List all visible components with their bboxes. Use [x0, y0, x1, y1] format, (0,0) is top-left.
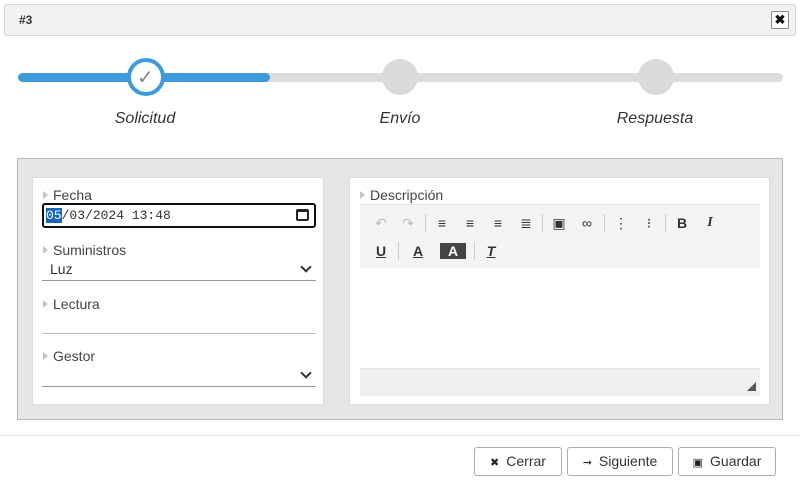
- cerrar-button[interactable]: ✖ Cerrar: [474, 447, 562, 476]
- guardar-button[interactable]: ▣ Guardar: [678, 447, 776, 476]
- toolbar-separator: [604, 214, 605, 232]
- suministros-label: Suministros: [43, 242, 126, 258]
- bullet-list-icon[interactable]: ⁝: [638, 212, 660, 234]
- undo-icon[interactable]: ↶: [370, 212, 392, 234]
- caret-right-icon: [43, 300, 48, 308]
- calendar-icon[interactable]: [296, 209, 309, 221]
- caret-right-icon: [43, 352, 48, 360]
- step-envio-dot[interactable]: [382, 59, 418, 95]
- link-icon[interactable]: ∞: [576, 212, 598, 234]
- fields-card: Fecha 05/03/2024 13:48 Suministros Luz L…: [32, 177, 324, 405]
- background-color-icon[interactable]: A: [440, 243, 466, 259]
- step-respuesta-dot[interactable]: [638, 59, 674, 95]
- step-solicitud-label: Solicitud: [114, 110, 176, 127]
- wizard-progress: ✓ Solicitud Envío Respuesta: [0, 50, 800, 140]
- close-icon: ✖: [490, 457, 500, 469]
- clear-format-icon[interactable]: T: [480, 240, 502, 262]
- gestor-select[interactable]: [42, 364, 316, 387]
- siguiente-button[interactable]: ➞ Siguiente: [567, 447, 673, 476]
- fecha-rest: /03/2024 13:48: [61, 208, 171, 223]
- resize-handle-icon[interactable]: [747, 382, 756, 391]
- fecha-day-segment[interactable]: 05: [46, 208, 62, 223]
- dialog-title-bar: #3 ✖: [4, 4, 796, 36]
- close-icon: ✖: [774, 12, 786, 27]
- suministros-value: Luz: [50, 261, 73, 277]
- caret-right-icon: [43, 246, 48, 254]
- image-icon[interactable]: ▣: [548, 212, 570, 234]
- form-panel: Fecha 05/03/2024 13:48 Suministros Luz L…: [17, 158, 783, 420]
- lectura-underline: [42, 333, 316, 334]
- text-color-icon[interactable]: A: [404, 240, 432, 262]
- step-envio-label: Envío: [379, 110, 421, 127]
- toolbar-separator: [398, 242, 399, 260]
- lectura-input[interactable]: [42, 310, 316, 333]
- chevron-down-icon: [300, 367, 312, 379]
- toolbar-separator: [542, 214, 543, 232]
- caret-right-icon: [43, 191, 48, 199]
- align-center-icon[interactable]: ≡: [459, 212, 481, 234]
- step-respuesta-label: Respuesta: [616, 110, 694, 127]
- close-button[interactable]: ✖: [771, 11, 789, 29]
- step-solicitud-dot[interactable]: ✓: [127, 58, 165, 96]
- chevron-down-icon: [300, 261, 312, 273]
- toolbar-separator: [474, 242, 475, 260]
- toolbar-separator: [425, 214, 426, 232]
- suministros-select[interactable]: Luz: [42, 258, 316, 281]
- editor-toolbar: ↶ ↷ ≡ ≡ ≡ ≣ ▣ ∞ ⋮ ⁝ B I U A A T: [360, 204, 760, 268]
- fecha-label: Fecha: [43, 187, 92, 203]
- italic-icon[interactable]: I: [699, 212, 721, 234]
- dialog-title: #3: [19, 13, 33, 27]
- bold-icon[interactable]: B: [671, 212, 693, 234]
- underline-icon[interactable]: U: [370, 240, 392, 262]
- ordered-list-icon[interactable]: ⋮: [610, 212, 632, 234]
- align-justify-icon[interactable]: ≣: [515, 212, 537, 234]
- gestor-label: Gestor: [43, 348, 95, 364]
- editor-statusbar: [360, 368, 760, 396]
- fecha-input[interactable]: 05/03/2024 13:48: [42, 203, 316, 228]
- description-editor[interactable]: [360, 268, 760, 368]
- save-icon: ▣: [692, 457, 704, 469]
- caret-right-icon: [360, 191, 365, 199]
- footer-divider: [0, 435, 800, 436]
- description-card: Descripción ↶ ↷ ≡ ≡ ≡ ≣ ▣ ∞ ⋮ ⁝ B I U A …: [349, 177, 770, 405]
- redo-icon[interactable]: ↷: [397, 212, 419, 234]
- descripcion-label: Descripción: [360, 187, 443, 203]
- check-icon: ✓: [137, 67, 154, 89]
- arrow-right-icon: ➞: [582, 457, 592, 469]
- align-right-icon[interactable]: ≡: [487, 212, 509, 234]
- align-left-icon[interactable]: ≡: [431, 212, 453, 234]
- toolbar-separator: [665, 214, 666, 232]
